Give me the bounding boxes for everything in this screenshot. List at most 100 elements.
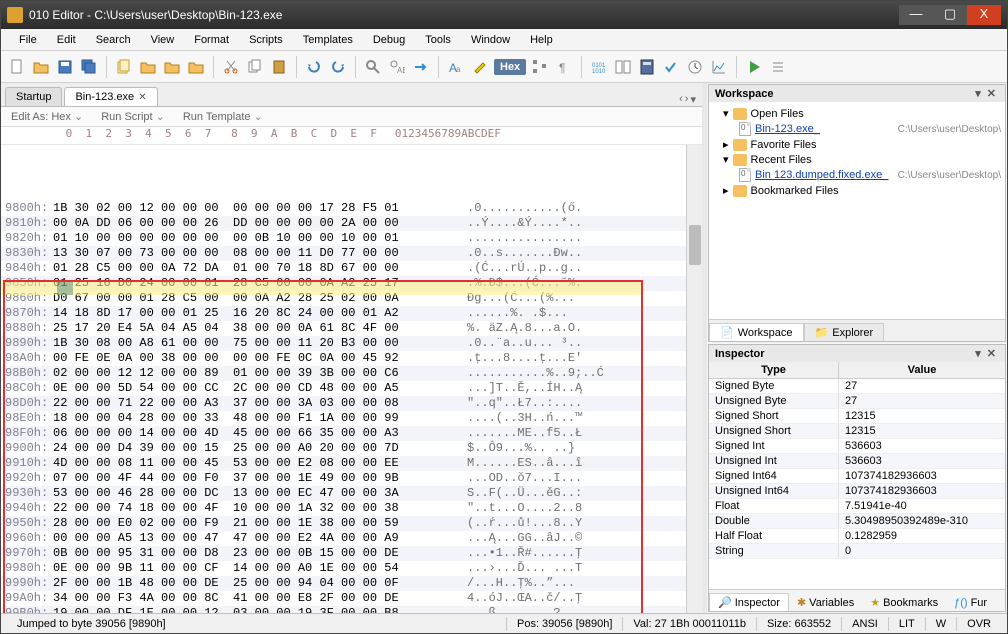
hex-row[interactable]: 98B0h:02 00 00 12 12 00 00 89 01 00 00 3… [1,366,686,381]
clock-icon[interactable] [685,57,705,77]
status-ovr[interactable]: OVR [957,618,1001,630]
hex-row[interactable]: 9930h:53 00 00 46 28 00 00 DC 13 00 00 E… [1,486,686,501]
binary-icon[interactable]: 01011010 [589,57,609,77]
close-button[interactable]: X [967,5,1001,25]
tab-bin123[interactable]: Bin-123.exe ✕ [64,87,157,106]
workspace-close-icon[interactable]: ✕ [984,87,999,100]
hex-row[interactable]: 9910h:4D 00 00 08 11 00 00 45 53 00 00 E… [1,456,686,471]
hex-row[interactable]: 9940h:22 00 00 74 18 00 00 4F 10 00 00 1… [1,501,686,516]
inspector-row[interactable]: Half Float0.1282959 [709,529,1005,544]
minimize-button[interactable]: — [899,5,933,25]
hex-row[interactable]: 9900h:24 00 00 D4 39 00 00 15 25 00 00 A… [1,441,686,456]
folder2-icon[interactable] [162,57,182,77]
cut-icon[interactable] [221,57,241,77]
hex-row[interactable]: 98D0h:22 00 00 71 22 00 00 A3 37 00 00 3… [1,396,686,411]
status-w[interactable]: W [926,618,956,630]
inspector-row[interactable]: Unsigned Byte27 [709,394,1005,409]
hex-editor-view[interactable]: 9800h:1B 30 02 00 12 00 00 00 00 00 00 0… [1,145,686,613]
menu-file[interactable]: File [9,32,47,48]
hex-row[interactable]: 9970h:0B 00 00 95 31 00 00 D8 23 00 00 0… [1,546,686,561]
hex-row[interactable]: 9980h:0E 00 00 9B 11 00 00 CF 14 00 00 A… [1,561,686,576]
compare-icon[interactable] [613,57,633,77]
hex-mode-button[interactable]: Hex [494,59,526,75]
menu-templates[interactable]: Templates [293,32,363,48]
functions-tab[interactable]: ƒ()Fur [946,595,995,611]
workspace-dropdown-icon[interactable]: ▾ [972,87,984,100]
explorer-tab[interactable]: 📁 Explorer [804,323,885,341]
checksum-icon[interactable] [661,57,681,77]
save-icon[interactable] [55,57,75,77]
inspector-row[interactable]: Signed Byte27 [709,379,1005,394]
hex-row[interactable]: 99A0h:34 00 00 F3 4A 00 00 8C 41 00 00 E… [1,591,686,606]
inspector-row[interactable]: Unsigned Int536603 [709,454,1005,469]
tab-menu-icon[interactable]: ▾ [690,93,696,106]
tab-startup[interactable]: Startup [5,87,62,106]
menu-window[interactable]: Window [461,32,520,48]
copy-icon[interactable] [245,57,265,77]
find-icon[interactable] [363,57,383,77]
status-endian[interactable]: LIT [889,618,925,630]
find-replace-icon[interactable]: AB [387,57,407,77]
status-encoding[interactable]: ANSI [842,618,888,630]
bookmarked-files-group[interactable]: ▸ Bookmarked Files [713,183,1001,198]
hex-row[interactable]: 9830h:13 30 07 00 73 00 00 00 08 00 00 1… [1,246,686,261]
menubar[interactable]: File Edit Search View Format Scripts Tem… [1,29,1007,51]
menu-edit[interactable]: Edit [47,32,86,48]
new-file-icon[interactable] [7,57,27,77]
run-template-dropdown[interactable]: Run Template [183,110,263,123]
tab-next-icon[interactable]: › [685,93,689,106]
folder3-icon[interactable] [186,57,206,77]
inspector-row[interactable]: Double5.30498950392489e-310 [709,514,1005,529]
workspace-tab[interactable]: 📄 Workspace [709,323,804,341]
folder-icon[interactable] [138,57,158,77]
menu-tools[interactable]: Tools [415,32,461,48]
hex-row[interactable]: 9950h:28 00 00 E0 02 00 00 F9 21 00 00 1… [1,516,686,531]
hex-row[interactable]: 99B0h:19 00 00 DF 1E 00 00 12 03 00 00 1… [1,606,686,613]
menu-debug[interactable]: Debug [363,32,415,48]
hex-row[interactable]: 9920h:07 00 00 4F 44 00 00 F0 37 00 00 1… [1,471,686,486]
list-icon[interactable] [768,57,788,77]
hex-row[interactable]: 98C0h:0E 00 00 5D 54 00 00 CC 2C 00 00 C… [1,381,686,396]
hex-row[interactable]: 98F0h:06 00 00 00 14 00 00 4D 45 00 00 6… [1,426,686,441]
inspector-row[interactable]: Unsigned Int64107374182936603 [709,484,1005,499]
menu-search[interactable]: Search [86,32,141,48]
redo-icon[interactable] [328,57,348,77]
inspector-row[interactable]: String0 [709,544,1005,559]
menu-scripts[interactable]: Scripts [239,32,293,48]
hex-row[interactable]: 9820h:01 10 00 00 00 00 00 00 00 0B 10 0… [1,231,686,246]
hex-row[interactable]: 9880h:25 17 20 E4 5A 04 A5 04 38 00 00 0… [1,321,686,336]
favorite-files-group[interactable]: ▸ Favorite Files [713,137,1001,152]
inspector-row[interactable]: Signed Int64107374182936603 [709,469,1005,484]
hex-row[interactable]: 9890h:1B 30 08 00 A8 61 00 00 75 00 00 1… [1,336,686,351]
hex-row[interactable]: 9840h:01 28 C5 00 00 0A 72 DA 01 00 70 1… [1,261,686,276]
hex-row[interactable]: 9810h:00 0A DD 06 00 00 00 26 DD 00 00 0… [1,216,686,231]
paste-icon[interactable] [269,57,289,77]
calc-icon[interactable] [637,57,657,77]
hex-row[interactable]: 9960h:00 00 00 A5 13 00 00 47 47 00 00 E… [1,531,686,546]
tab-close-icon[interactable]: ✕ [138,92,146,103]
highlight-icon[interactable] [470,57,490,77]
hex-row[interactable]: 9860h:D0 67 00 00 01 28 C5 00 00 0A A2 2… [1,291,686,306]
hex-scrollbar[interactable] [686,145,702,613]
hex-row[interactable]: 9990h:2F 00 00 1B 48 00 00 DE 25 00 00 9… [1,576,686,591]
inspector-row[interactable]: Signed Int536603 [709,439,1005,454]
hex-row[interactable]: 9870h:14 18 8D 17 00 00 01 25 16 20 8C 2… [1,306,686,321]
open-files-group[interactable]: ▾ Open Files [713,106,1001,121]
menu-format[interactable]: Format [184,32,239,48]
inspector-dropdown-icon[interactable]: ▾ [972,347,984,360]
run-icon[interactable] [744,57,764,77]
menu-view[interactable]: View [141,32,185,48]
inspector-close-icon[interactable]: ✕ [984,347,999,360]
menu-help[interactable]: Help [520,32,563,48]
recent-file-item[interactable]: Bin 123.dumped.fixed.exe_ C:\Users\user\… [713,167,1001,183]
variables-tab[interactable]: ✱Variables [789,594,862,611]
hex-row[interactable]: 9850h:01 25 16 D0 24 00 00 01 28 C5 00 0… [1,276,686,291]
tree-icon[interactable] [530,57,550,77]
edit-as-dropdown[interactable]: Edit As: Hex [11,110,83,123]
undo-icon[interactable] [304,57,324,77]
inspector-row[interactable]: Unsigned Short12315 [709,424,1005,439]
hex-row[interactable]: 98A0h:00 FE 0E 0A 00 38 00 00 00 00 FE 0… [1,351,686,366]
open-folder-icon[interactable] [31,57,51,77]
run-script-dropdown[interactable]: Run Script [101,110,165,123]
goto-icon[interactable] [411,57,431,77]
